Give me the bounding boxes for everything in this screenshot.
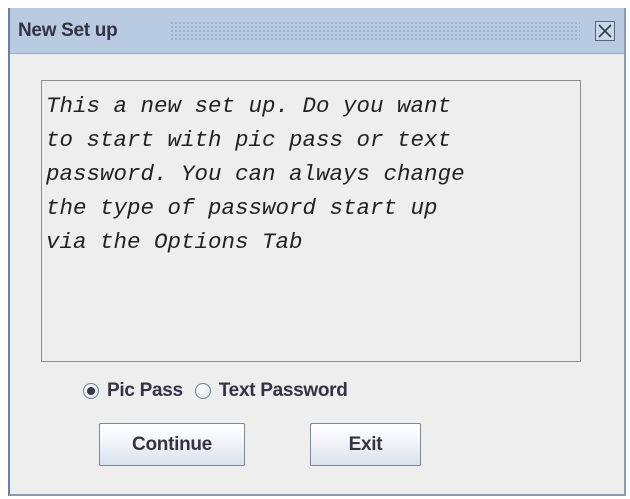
pic-pass-label[interactable]: Pic Pass: [107, 380, 183, 402]
continue-button[interactable]: Continue: [99, 423, 245, 466]
text-password-label[interactable]: Text Password: [219, 380, 348, 402]
title-bar[interactable]: New Set up: [10, 8, 624, 54]
radio-selected-icon[interactable]: [83, 383, 99, 399]
exit-button[interactable]: Exit: [310, 423, 421, 466]
close-x-glyph: [598, 24, 612, 38]
close-icon[interactable]: [595, 21, 615, 41]
radio-unselected-icon[interactable]: [194, 383, 211, 399]
text-password-radio[interactable]: Text Password: [194, 380, 348, 402]
window-title: New Set up: [18, 20, 118, 41]
pic-pass-radio[interactable]: Pic Pass: [83, 380, 183, 402]
message-text-area: This a new set up. Do you want to start …: [41, 80, 581, 362]
new-setup-dialog: New Set up This a new set up. Do you wan…: [8, 8, 626, 496]
title-bar-grip[interactable]: [170, 21, 580, 41]
password-type-radio-group: Pic Pass Text Password: [83, 378, 360, 404]
